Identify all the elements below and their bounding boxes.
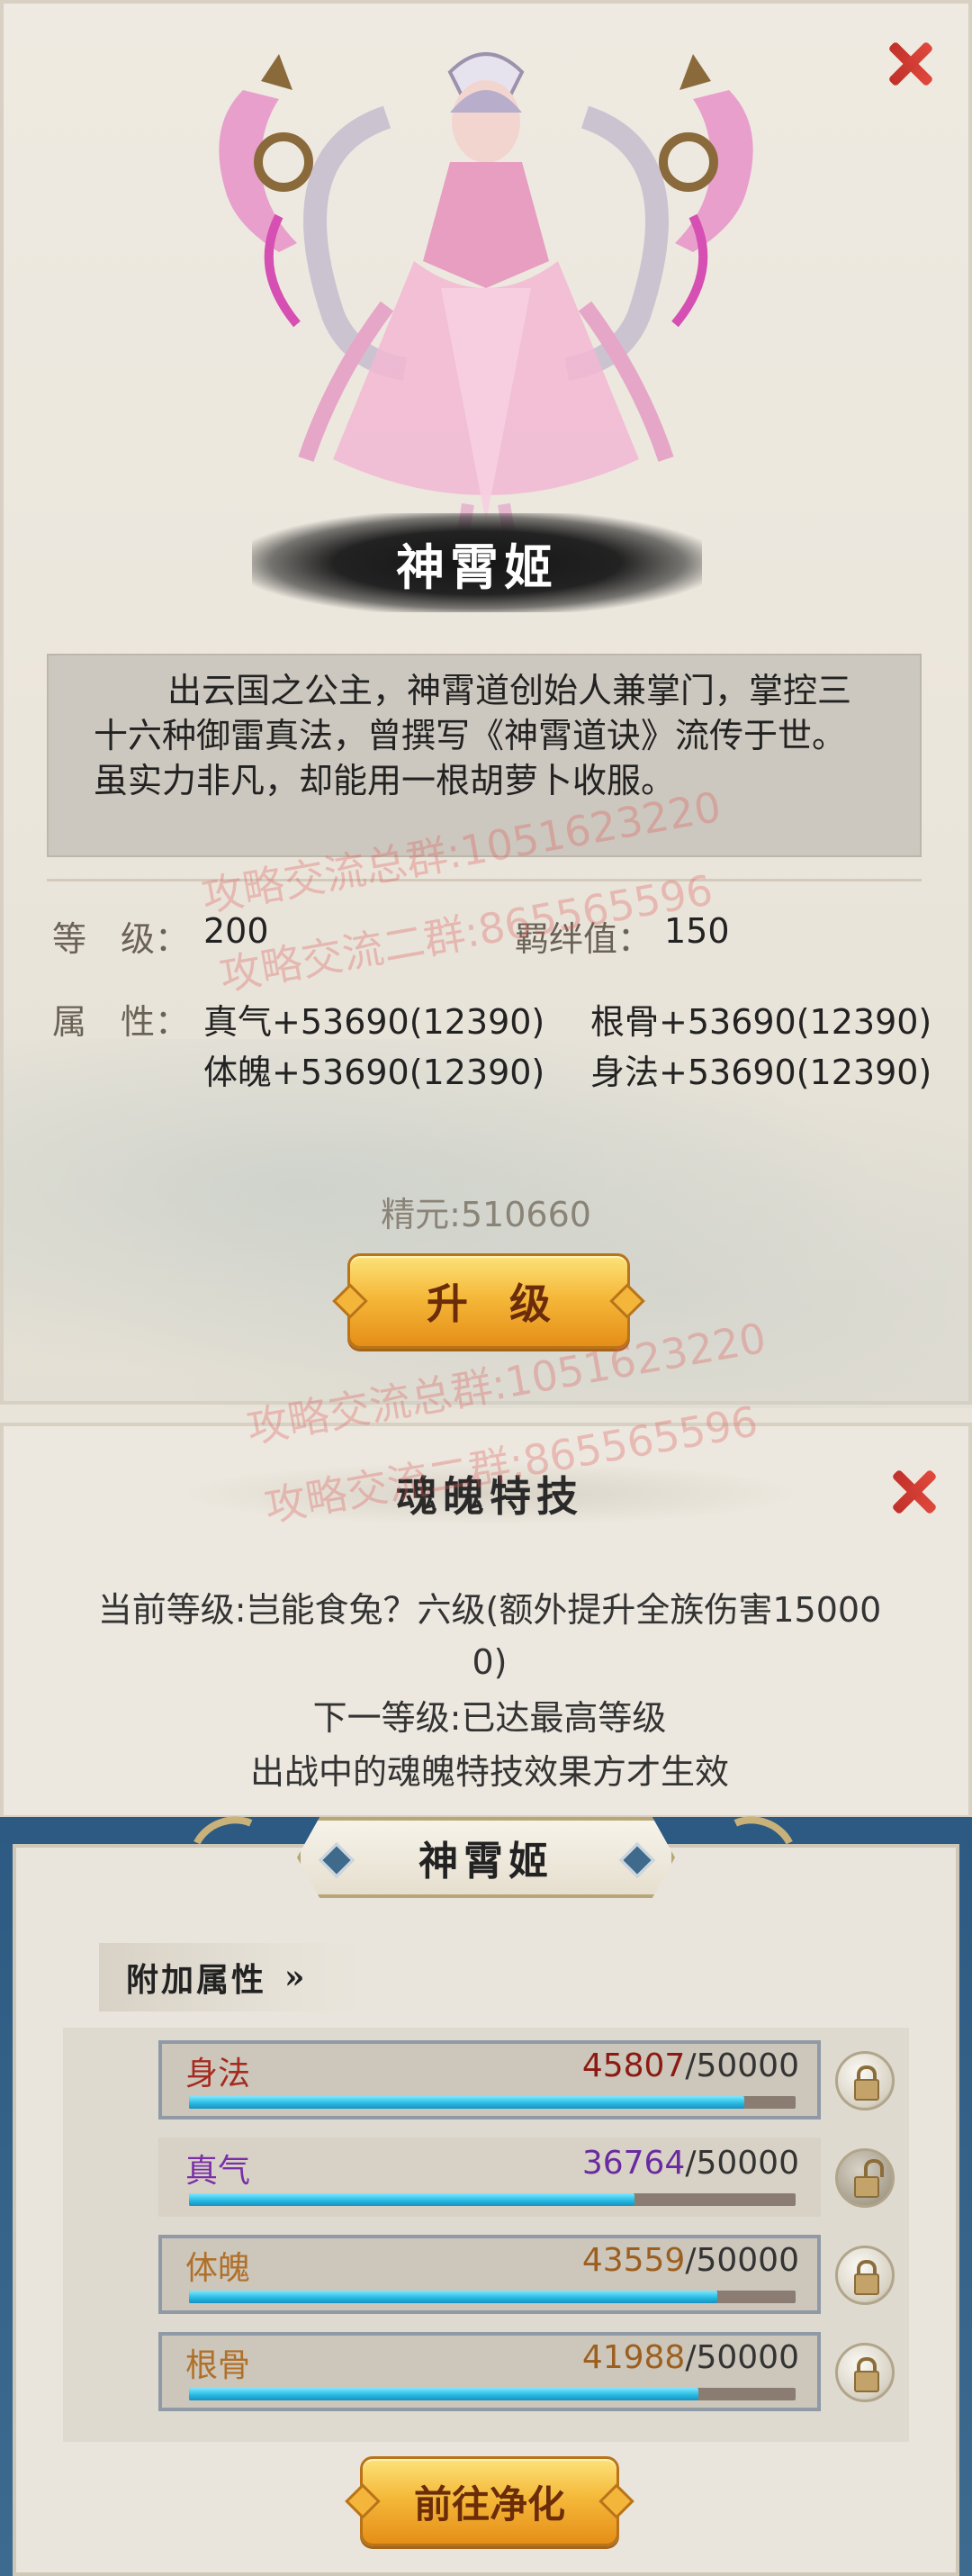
divider <box>47 879 922 881</box>
hero-description: 出云国之公主，神霄道创始人兼掌门，掌控三十六种御雷真法，曾撰写《神霄道诀》流传于… <box>94 671 852 800</box>
skill-current-level: 当前等级:岂能食兔？六级(额外提升全族伤害15000 <box>97 1590 882 1630</box>
attribute-shenfa: 身法+53690(12390) <box>590 1053 932 1092</box>
hero-name: 神霄姬 <box>396 538 558 596</box>
attribute-progress-bar <box>189 2193 796 2206</box>
level-value: 200 <box>203 911 269 951</box>
close-icon[interactable] <box>878 31 943 95</box>
attribute-row: 真气 36764/50000 <box>158 2138 821 2217</box>
level-label: 等 级： <box>52 919 190 959</box>
attribute-name: 根骨 <box>185 2347 251 2384</box>
attribute-progress-fill <box>189 2096 745 2109</box>
plaque-hero-name: 神霄姬 <box>418 1839 554 1885</box>
attribute-tipo: 体魄+53690(12390) <box>203 1053 545 1092</box>
soul-skill-title: 魂魄特技 <box>396 1472 583 1521</box>
upgrade-button[interactable]: 升 级 <box>347 1253 630 1349</box>
attribute-name: 真气 <box>185 2153 251 2190</box>
lock-icon[interactable] <box>835 2051 895 2111</box>
additional-attributes-tag: 附加属性 » <box>99 1943 369 2011</box>
attribute-progress-bar <box>189 2096 796 2109</box>
attribute-current-value: 41988 <box>581 2339 686 2376</box>
attribute-max-value: /50000 <box>685 2145 799 2182</box>
essence-count: 精元:510660 <box>381 1195 591 1234</box>
soul-skill-title-band: 魂魄特技 <box>184 1462 796 1525</box>
attribute-progress-text: 41988/50000 <box>582 2339 799 2376</box>
attribute-zhenqi: 真气+53690(12390) <box>203 1002 545 1042</box>
attribute-progress-text: 45807/50000 <box>582 2047 799 2084</box>
attribute-max-value: /50000 <box>685 2047 799 2084</box>
attribute-label: 属 性： <box>52 1002 190 1042</box>
skill-note: 出战中的魂魄特技效果方才生效 <box>249 1752 729 1792</box>
left-ornament-icon <box>219 54 313 328</box>
attribute-progress-bar <box>189 2291 796 2303</box>
attribute-progress-fill <box>189 2388 699 2400</box>
attribute-row: 体魄 43559/50000 <box>158 2235 821 2314</box>
hero-description-box: 出云国之公主，神霄道创始人兼掌门，掌控三十六种御雷真法，曾撰写《神霄道诀》流传于… <box>47 654 922 857</box>
attribute-row: 身法 45807/50000 <box>158 2040 821 2120</box>
upgrade-button-label: 升 级 <box>427 1279 551 1328</box>
hero-portrait <box>219 52 753 560</box>
soul-skill-panel: 魂魄特技 当前等级:岂能食兔？六级(额外提升全族伤害15000 0) 下一等级:… <box>0 1423 972 1819</box>
attribute-current-value: 43559 <box>581 2242 686 2279</box>
bond-value: 150 <box>664 911 730 951</box>
unlock-icon[interactable] <box>835 2148 895 2208</box>
attribute-name: 体魄 <box>185 2250 251 2287</box>
attribute-progress-text: 36764/50000 <box>582 2145 799 2182</box>
purify-button[interactable]: 前往净化 <box>360 2456 619 2546</box>
attribute-row: 根骨 41988/50000 <box>158 2332 821 2411</box>
lock-icon[interactable] <box>835 2246 895 2305</box>
skill-next-level: 下一等级:已达最高等级 <box>312 1698 667 1738</box>
attribute-current-value: 36764 <box>581 2145 686 2182</box>
attribute-progress-fill <box>189 2193 635 2206</box>
attribute-current-value: 45807 <box>581 2047 686 2084</box>
purify-button-label: 前往净化 <box>413 2481 565 2526</box>
attribute-progress-bar <box>189 2388 796 2400</box>
lock-icon[interactable] <box>835 2343 895 2402</box>
close-icon[interactable] <box>882 1459 947 1523</box>
hero-name-plaque: 神霄姬 <box>297 1817 675 1898</box>
chevron-right-icon: » <box>284 1958 308 1996</box>
attribute-progress-fill <box>189 2291 718 2303</box>
attribute-name: 身法 <box>185 2056 251 2092</box>
additional-attributes-title: 附加属性 <box>126 1961 267 1999</box>
attribute-max-value: /50000 <box>685 2242 799 2279</box>
attribute-progress-text: 43559/50000 <box>582 2242 799 2279</box>
attribute-max-value: /50000 <box>685 2339 799 2376</box>
right-ornament-icon <box>659 54 753 328</box>
hero-name-banner: 神霄姬 <box>252 513 702 612</box>
skill-current-level-wrap: 0) <box>472 1642 508 1682</box>
attribute-gengu: 根骨+53690(12390) <box>590 1002 932 1042</box>
bond-label: 羁绊值： <box>515 919 652 959</box>
